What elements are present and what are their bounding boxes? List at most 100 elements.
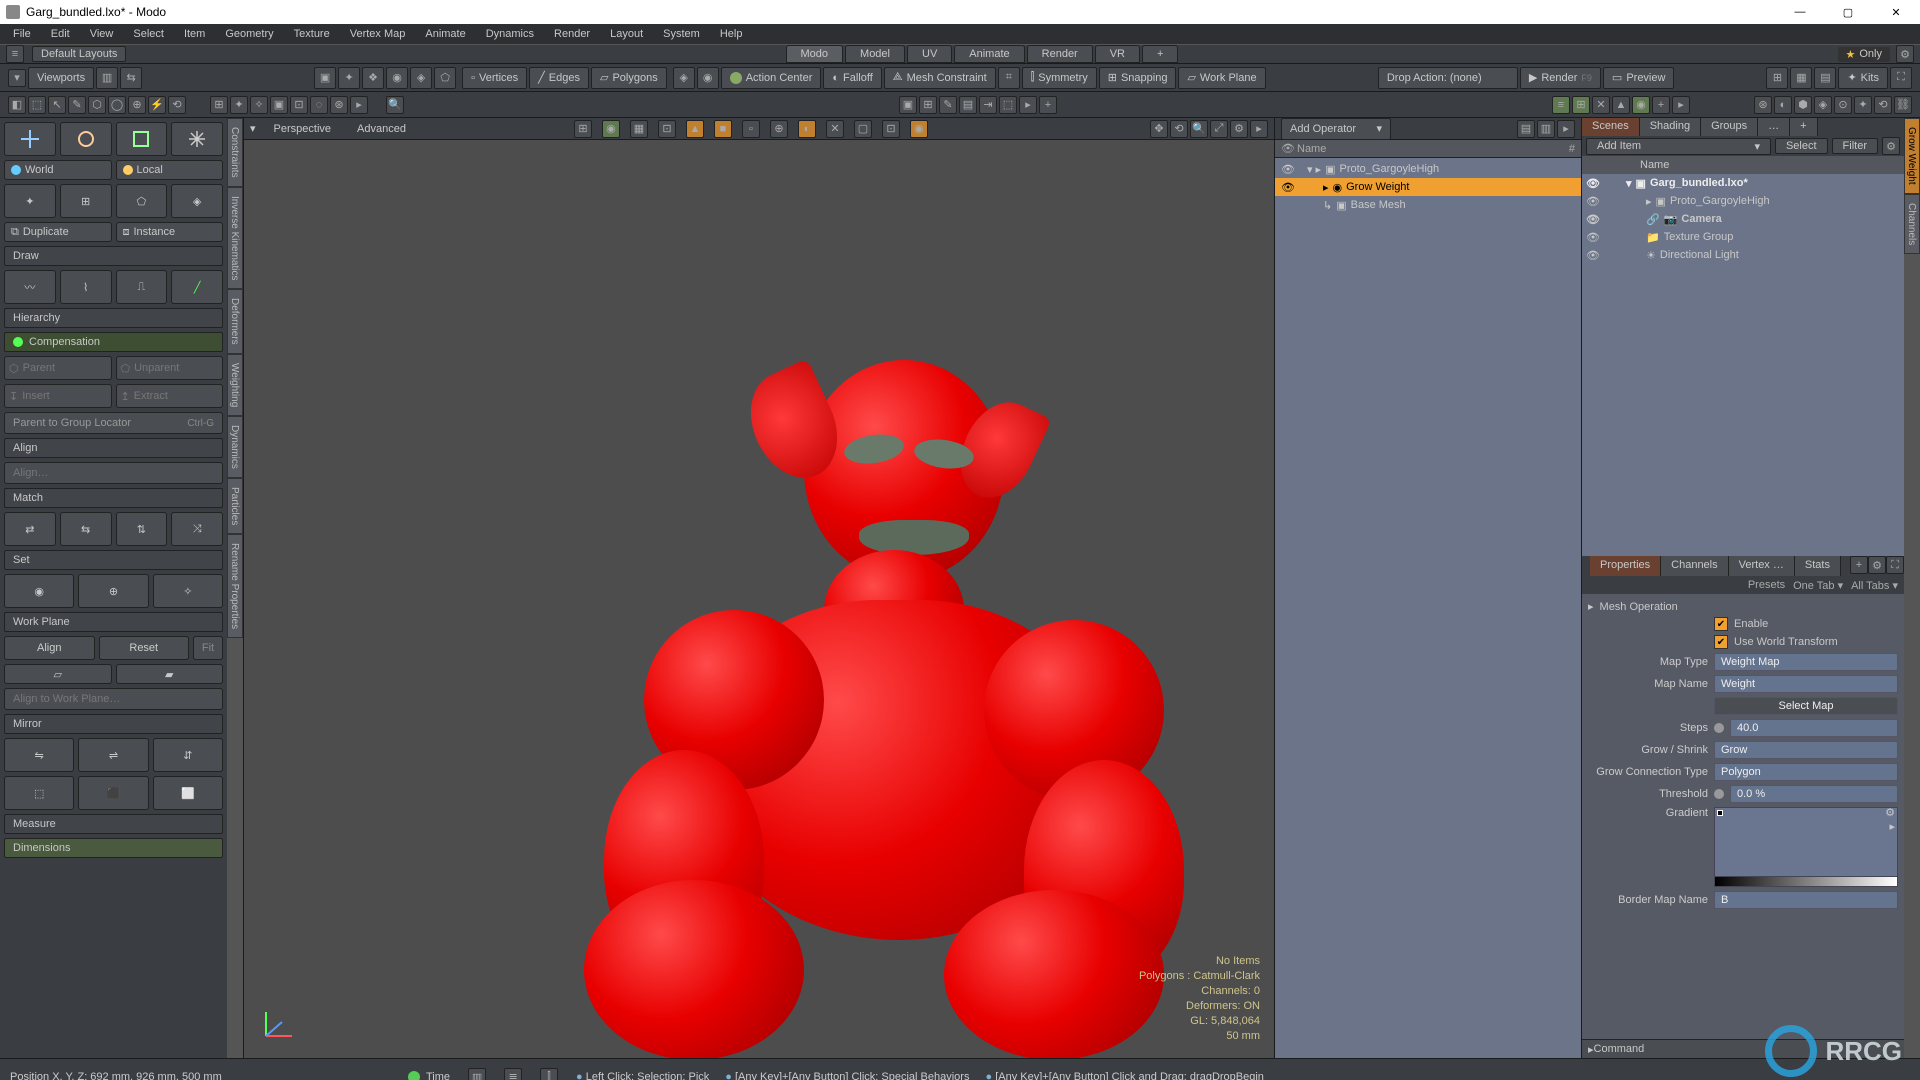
transform-icon-1[interactable]: ▣	[314, 67, 336, 89]
menu-view[interactable]: View	[81, 26, 123, 42]
layout-icon-3[interactable]: ▤	[1814, 67, 1836, 89]
vh-2[interactable]: ◉	[602, 120, 620, 138]
tool-b[interactable]: ⊞	[60, 184, 112, 218]
mirror-5[interactable]: ⬛	[78, 776, 148, 810]
viewport-canvas[interactable]: ↖ No Items Polygons : Catmull-Clark Chan…	[244, 140, 1274, 1058]
tab-more[interactable]: …	[1758, 118, 1790, 136]
transform-icon-5[interactable]: ◈	[410, 67, 432, 89]
axis-gizmo[interactable]	[258, 1004, 298, 1044]
align-to-wp-button[interactable]: Align to Work Plane…	[4, 688, 223, 710]
vertices-button[interactable]: ▫Vertices	[462, 67, 527, 89]
operator-tree[interactable]: 👁▾ ▸ ▣ Proto_GargoyleHigh 👁▸ ◉ Grow Weig…	[1275, 158, 1581, 1058]
draw-2[interactable]: ⌇	[60, 270, 112, 304]
viewports-button[interactable]: Viewports	[28, 67, 94, 89]
grow-field[interactable]: Grow	[1714, 741, 1898, 759]
vp-zoom-icon[interactable]: 🔍	[1190, 120, 1208, 138]
vpbar-2[interactable]: ⊞	[919, 96, 937, 114]
wp-icon-b[interactable]: ▰	[116, 664, 224, 684]
wp-reset-button[interactable]: Reset	[99, 636, 190, 660]
status-icon-3[interactable]: ⫿	[540, 1068, 558, 1080]
mirror-header[interactable]: Mirror	[4, 714, 223, 734]
scene-row-file[interactable]: 👁▾ ▣ Garg_bundled.lxo*	[1582, 174, 1904, 192]
transform-universal-button[interactable]	[171, 122, 223, 156]
pnl-5[interactable]: ◉	[1632, 96, 1650, 114]
vp-pan-icon[interactable]: ✥	[1150, 120, 1168, 138]
op-hdr-icon-3[interactable]: ▸	[1557, 120, 1575, 138]
pnl-3[interactable]: ✕	[1592, 96, 1610, 114]
tab-groups[interactable]: Groups	[1701, 118, 1758, 136]
dimensions-toggle[interactable]: Dimensions	[4, 838, 223, 858]
pnl-6[interactable]: +	[1652, 96, 1670, 114]
all-tabs-dropdown[interactable]: All Tabs ▾	[1851, 579, 1898, 592]
vh-9[interactable]: ◐	[798, 120, 816, 138]
add-operator-dropdown[interactable]: Add Operator▾	[1281, 118, 1391, 140]
only-toggle[interactable]: ★Only	[1838, 47, 1891, 62]
vtab-particles[interactable]: Particles	[227, 478, 243, 534]
ibar-m-2[interactable]: ✦	[230, 96, 248, 114]
pnl-7[interactable]: ▸	[1672, 96, 1690, 114]
hierarchy-header[interactable]: Hierarchy	[4, 308, 223, 328]
fullscreen-icon[interactable]: ⛶	[1890, 67, 1912, 89]
transform-move-button[interactable]	[4, 122, 56, 156]
tab-render[interactable]: Render	[1027, 45, 1093, 63]
op-hdr-icon-1[interactable]: ▤	[1517, 120, 1535, 138]
action-center-button[interactable]: Action Center	[721, 67, 822, 89]
menu-file[interactable]: File	[4, 26, 40, 42]
unparent-button[interactable]: ⬠Unparent	[116, 356, 224, 380]
select-map-button[interactable]: Select Map	[1714, 697, 1898, 715]
vh-8[interactable]: ⊕	[770, 120, 788, 138]
vpbar-6[interactable]: ⬚	[999, 96, 1017, 114]
steps-field[interactable]: 40.0	[1730, 719, 1898, 737]
prop-max-icon[interactable]: ⛶	[1886, 556, 1904, 574]
kits-button[interactable]: ✦Kits	[1838, 67, 1888, 89]
pnl-2[interactable]: ⊞	[1572, 96, 1590, 114]
mirror-2[interactable]: ⇌	[78, 738, 148, 772]
layout-icon-2[interactable]: ▦	[1790, 67, 1812, 89]
ibar-l-1[interactable]: ◧	[8, 96, 26, 114]
mirror-3[interactable]: ⇵	[153, 738, 223, 772]
align-header[interactable]: Align	[4, 438, 223, 458]
rbar-5[interactable]: ⊙	[1834, 96, 1852, 114]
thresh-key-icon[interactable]	[1714, 789, 1724, 799]
vh-12[interactable]: ⊡	[882, 120, 900, 138]
enable-checkbox[interactable]: ✔	[1714, 617, 1728, 631]
ibar-l-4[interactable]: ✎	[68, 96, 86, 114]
parent-to-group-button[interactable]: Parent to Group LocatorCtrl-G	[4, 412, 223, 434]
vpbar-3[interactable]: ✎	[939, 96, 957, 114]
map-type-field[interactable]: Weight Map	[1714, 653, 1898, 671]
menu-geometry[interactable]: Geometry	[216, 26, 282, 42]
ptab-stats[interactable]: Stats	[1795, 556, 1841, 576]
tool-c[interactable]: ⬠	[116, 184, 168, 218]
coord-world-button[interactable]: World	[4, 160, 112, 180]
ibar-l-8[interactable]: ⚡	[148, 96, 166, 114]
select-button[interactable]: Select	[1775, 138, 1828, 154]
eye-icon[interactable]: 👁	[1586, 231, 1600, 244]
wp-align-button[interactable]: Align	[4, 636, 95, 660]
vtab-dynamics[interactable]: Dynamics	[227, 416, 243, 478]
op-hdr-icon-2[interactable]: ▥	[1537, 120, 1555, 138]
ibar-m-1[interactable]: ⊞	[210, 96, 228, 114]
ibar-l-9[interactable]: ⟲	[168, 96, 186, 114]
measure-header[interactable]: Measure	[4, 814, 223, 834]
viewport-menu-icon[interactable]: ▾	[250, 122, 256, 135]
draw-header[interactable]: Draw	[4, 246, 223, 266]
vpbar-7[interactable]: ▸	[1019, 96, 1037, 114]
vtab-ik[interactable]: Inverse Kinematics	[227, 187, 243, 289]
compensation-toggle[interactable]: Compensation	[4, 332, 223, 352]
transform-icon-3[interactable]: ❖	[362, 67, 384, 89]
menu-system[interactable]: System	[654, 26, 709, 42]
conn-field[interactable]: Polygon	[1714, 763, 1898, 781]
draw-4[interactable]: ╱	[171, 270, 223, 304]
maximize-button[interactable]: ▢	[1830, 6, 1866, 19]
parent-button[interactable]: ⬡Parent	[4, 356, 112, 380]
rbar-3[interactable]: ⬢	[1794, 96, 1812, 114]
falloff-button[interactable]: ◐Falloff	[823, 67, 881, 89]
tab-model[interactable]: Model	[845, 45, 905, 63]
menu-texture[interactable]: Texture	[285, 26, 339, 42]
match-4[interactable]: ⤨	[171, 512, 223, 546]
tool-a[interactable]: ✦	[4, 184, 56, 218]
close-button[interactable]: ✕	[1878, 6, 1914, 19]
use-world-checkbox[interactable]: ✔	[1714, 635, 1728, 649]
transform-rotate-button[interactable]	[60, 122, 112, 156]
layout-gear-icon[interactable]: ⚙	[1896, 45, 1914, 63]
